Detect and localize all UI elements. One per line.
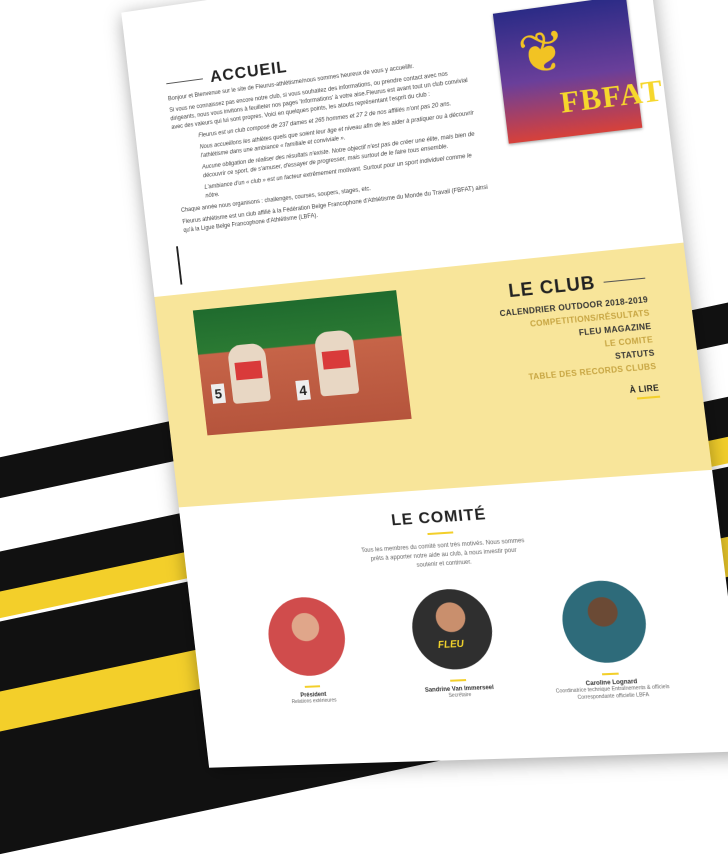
comite-section: LE COMITÉ Tous les membres du comité son…: [181, 491, 722, 585]
club-photo: 5 4: [193, 290, 412, 435]
rooster-icon: ❦: [514, 16, 570, 89]
member-card[interactable]: Président Relations extérieures: [245, 594, 373, 714]
member-card[interactable]: FLEU Sandrine Van Immerseel Secrétaire: [388, 586, 521, 709]
vertical-divider: [176, 246, 182, 284]
shirt-text: FLEU: [437, 639, 464, 651]
club-menu: LE CLUB CALENDRIER OUTDOOR 2018-2019 COM…: [496, 267, 661, 413]
member-accent: [602, 673, 619, 676]
lane-number: 4: [295, 380, 310, 401]
avatar: [558, 578, 651, 664]
club-section: 5 4 LE CLUB CALENDRIER OUTDOOR 2018-2019…: [154, 243, 712, 508]
read-more-link[interactable]: À LIRE: [510, 383, 660, 409]
title-rule: [166, 78, 203, 84]
athlete-shirt: [322, 350, 351, 370]
lane-number: 5: [211, 383, 226, 403]
title-rule: [604, 278, 646, 283]
club-title-text: LE CLUB: [507, 272, 596, 302]
member-card[interactable]: Caroline Lognard Coordinatrice technique…: [537, 577, 676, 703]
members-list: Président Relations extérieures FLEU San…: [245, 577, 676, 714]
club-logo: ❦ FBFAT: [493, 0, 642, 144]
accueil-section: ACCUEIL Bonjour et Bienvenue sur le site…: [165, 32, 491, 239]
comite-intro: Tous les membres du comité sont très mot…: [358, 537, 529, 574]
avatar: [264, 595, 349, 677]
website-page: LE CLUB ACCUEIL Bonjour et Bienvenue sur…: [121, 0, 728, 768]
athlete-shirt: [234, 361, 262, 381]
member-accent: [450, 679, 466, 682]
logo-text: FBFAT: [558, 74, 665, 121]
title-underline: [427, 531, 453, 535]
avatar: FLEU: [408, 587, 497, 671]
member-accent: [305, 685, 320, 688]
